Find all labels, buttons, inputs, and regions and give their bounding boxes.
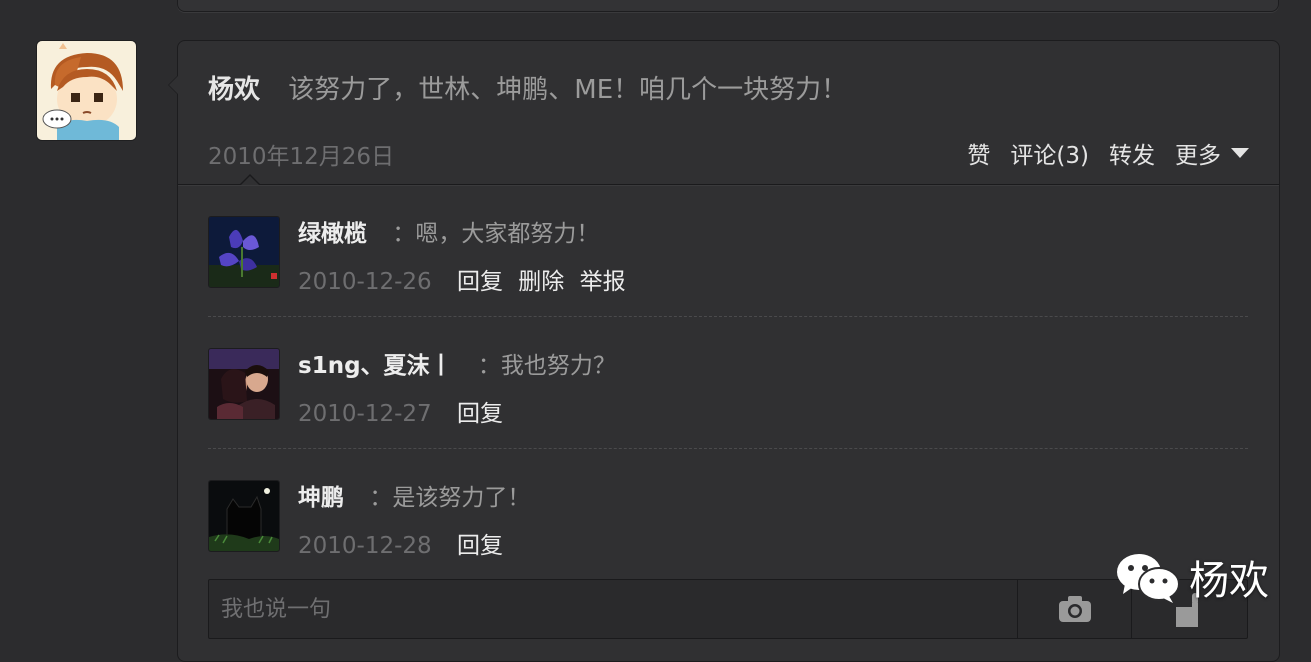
- post-text: 该努力了，世林、坤鹏、ME！咱几个一块努力！: [288, 75, 848, 105]
- like-button[interactable]: 赞: [967, 136, 990, 170]
- commenter-name[interactable]: 坤鹏: [298, 485, 344, 511]
- author-avatar[interactable]: [36, 40, 137, 141]
- wechat-icon: [1117, 554, 1180, 603]
- comment-text: ：嗯，大家都努力！: [392, 221, 600, 247]
- comment-item: 坤鹏 ：是该努力了！ 2010-12-28 回复: [208, 480, 1248, 595]
- reply-link[interactable]: 回复: [457, 401, 503, 427]
- wechat-watermark: 杨欢: [1115, 548, 1269, 606]
- previous-post-card: [177, 0, 1279, 12]
- comment-separator: [208, 316, 1248, 317]
- comment-item: 绿橄榄 ：嗯，大家都努力！ 2010-12-26 回复 删除 举报: [208, 216, 1248, 331]
- comment-date: 2010-12-27: [298, 401, 432, 427]
- reply-link[interactable]: 回复: [457, 533, 503, 559]
- comment-button[interactable]: 评论(3): [1010, 136, 1089, 170]
- comment-date: 2010-12-28: [298, 533, 432, 559]
- chevron-down-icon: [1231, 148, 1249, 158]
- report-link[interactable]: 举报: [580, 269, 626, 295]
- commenter-name[interactable]: s1ng、夏沫丨: [298, 353, 453, 379]
- iris-flower-image: [209, 217, 279, 287]
- post-actions: 赞 评论(3) 转发 更多: [967, 136, 1249, 170]
- commenter-avatar[interactable]: [208, 216, 280, 288]
- reply-input[interactable]: [209, 580, 1017, 638]
- post-author-name[interactable]: 杨欢: [208, 75, 260, 105]
- reply-box: [208, 579, 1248, 639]
- post-header: 杨欢 该努力了，世林、坤鹏、ME！咱几个一块努力！: [208, 69, 847, 106]
- repost-button[interactable]: 转发: [1109, 136, 1155, 170]
- commenter-avatar[interactable]: [208, 480, 280, 552]
- post-date: 2010年12月26日: [208, 144, 395, 170]
- comment-text: ：我也努力？: [477, 353, 616, 379]
- comment-date: 2010-12-26: [298, 269, 432, 295]
- comment-item: s1ng、夏沫丨 ：我也努力？ 2010-12-27 回复: [208, 348, 1248, 463]
- more-label: 更多: [1175, 143, 1221, 169]
- camera-icon: [1059, 596, 1091, 622]
- commenter-name[interactable]: 绿橄榄: [298, 221, 367, 247]
- cartoon-boy-avatar-image: [37, 41, 136, 140]
- night-cat-silhouette-image: [209, 481, 279, 551]
- comment-separator: [208, 448, 1248, 449]
- more-button[interactable]: 更多: [1175, 136, 1249, 170]
- couple-photo-image: [209, 349, 279, 419]
- delete-link[interactable]: 删除: [518, 269, 564, 295]
- comment-text: ：是该努力了！: [369, 485, 531, 511]
- commenter-avatar[interactable]: [208, 348, 280, 420]
- reply-link[interactable]: 回复: [457, 269, 503, 295]
- watermark-text: 杨欢: [1189, 558, 1269, 604]
- section-divider: [178, 184, 1279, 186]
